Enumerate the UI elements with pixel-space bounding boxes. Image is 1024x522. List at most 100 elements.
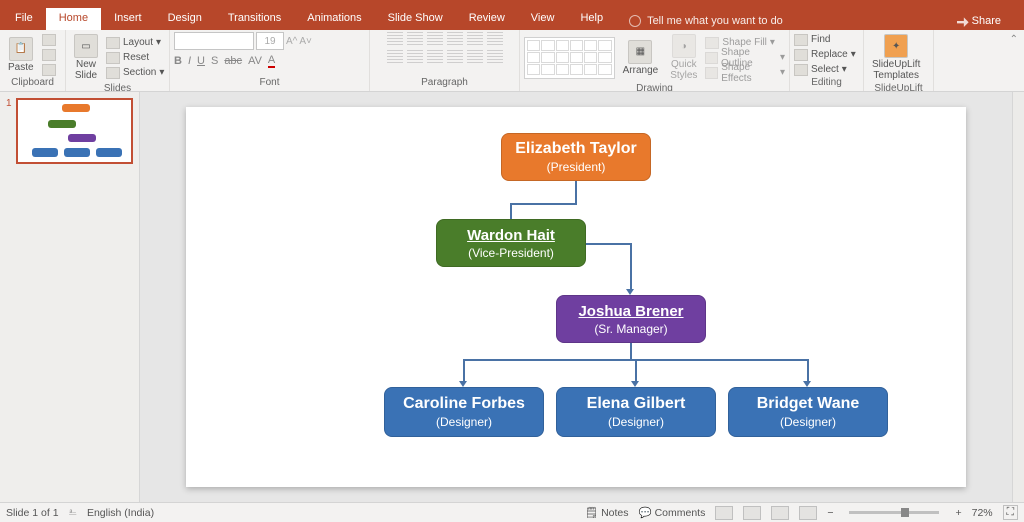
strike-button[interactable]: abc <box>224 55 242 67</box>
replace-button[interactable]: Replace▾ <box>794 48 856 62</box>
copy-icon[interactable] <box>42 49 56 61</box>
org-node-president[interactable]: Elizabeth Taylor (President) <box>501 133 651 181</box>
tab-view[interactable]: View <box>518 8 568 30</box>
spellcheck-icon[interactable]: ⎁ <box>69 506 77 519</box>
slide-canvas[interactable]: Elizabeth Taylor (President) Wardon Hait… <box>186 107 966 487</box>
section-button[interactable]: Section▾ <box>106 66 164 80</box>
fit-to-window-button[interactable]: ⛶ <box>1003 505 1018 520</box>
new-slide-label: New Slide <box>75 59 97 81</box>
smartart-button[interactable] <box>487 50 503 64</box>
tab-home[interactable]: Home <box>46 8 101 30</box>
org-node-designer-1[interactable]: Caroline Forbes (Designer) <box>384 387 544 437</box>
org-node-role: (Designer) <box>608 415 664 429</box>
language-status[interactable]: English (India) <box>87 507 154 519</box>
format-painter-icon[interactable] <box>42 64 56 76</box>
font-size-combo[interactable]: 19 <box>256 32 284 50</box>
shape-effects-icon <box>705 67 718 79</box>
reset-button[interactable]: Reset <box>106 51 164 65</box>
zoom-level[interactable]: 72% <box>972 507 993 519</box>
group-drawing: ▦Arrange ◑Quick Styles Shape Fill▾ Shape… <box>520 30 790 91</box>
align-center-button[interactable] <box>407 50 423 64</box>
org-node-role: (Sr. Manager) <box>594 322 667 336</box>
group-clipboard: 📋 Paste Clipboard <box>0 30 66 91</box>
align-left-button[interactable] <box>387 50 403 64</box>
slide-thumbnail-panel[interactable]: 1 <box>0 92 140 502</box>
shadow-button[interactable]: S <box>211 55 218 67</box>
replace-icon <box>794 49 808 61</box>
org-node-role: (President) <box>547 160 606 174</box>
tell-me-search[interactable]: Tell me what you want to do <box>616 8 796 30</box>
find-button[interactable]: Find <box>794 33 856 47</box>
tab-help[interactable]: Help <box>567 8 616 30</box>
tab-slideshow[interactable]: Slide Show <box>375 8 456 30</box>
notes-button[interactable]: 🗒Notes <box>585 506 629 519</box>
select-icon <box>794 64 808 76</box>
text-direction-button[interactable] <box>487 32 503 46</box>
vertical-scrollbar[interactable] <box>1012 92 1024 502</box>
comments-button[interactable]: 💬Comments <box>639 506 706 519</box>
zoom-out-button[interactable]: − <box>827 507 833 519</box>
shape-fill-icon <box>705 37 719 49</box>
underline-button[interactable]: U <box>197 55 205 67</box>
thumbnail-number: 1 <box>6 98 12 164</box>
columns-button[interactable] <box>467 50 483 64</box>
group-editing: Find Replace▾ Select▾ Editing <box>790 30 864 91</box>
org-node-sr-manager[interactable]: Joshua Brener (Sr. Manager) <box>556 295 706 343</box>
justify-button[interactable] <box>447 50 463 64</box>
tab-insert[interactable]: Insert <box>101 8 155 30</box>
slide-edit-area[interactable]: Elizabeth Taylor (President) Wardon Hait… <box>140 92 1012 502</box>
shape-effects-button[interactable]: Shape Effects▾ <box>705 66 785 80</box>
zoom-slider[interactable] <box>849 511 939 514</box>
org-node-vp[interactable]: Wardon Hait (Vice-President) <box>436 219 586 267</box>
new-slide-button[interactable]: ▭ New Slide <box>70 32 102 83</box>
tab-review[interactable]: Review <box>456 8 518 30</box>
quick-styles-button[interactable]: ◑Quick Styles <box>666 32 701 83</box>
bold-button[interactable]: B <box>174 55 182 67</box>
slideuplift-icon: ✦ <box>884 34 908 58</box>
org-node-designer-2[interactable]: Elena Gilbert (Designer) <box>556 387 716 437</box>
collapse-ribbon-button[interactable]: ⌃ <box>934 30 1024 91</box>
indent-inc-button[interactable] <box>447 32 463 46</box>
tab-design[interactable]: Design <box>155 8 215 30</box>
group-slideuplift: ✦ SlideUpLift Templates SlideUpLift <box>864 30 934 91</box>
bullets-button[interactable] <box>387 32 403 46</box>
tab-animations[interactable]: Animations <box>294 8 374 30</box>
org-node-name: Elizabeth Taylor <box>515 140 637 158</box>
slide-counter: Slide 1 of 1 <box>6 507 59 519</box>
cut-icon[interactable] <box>42 34 56 46</box>
shape-outline-icon <box>705 52 718 64</box>
paste-button[interactable]: 📋 Paste <box>4 35 38 75</box>
share-button[interactable]: Share <box>944 11 1014 27</box>
sorter-view-button[interactable] <box>743 506 761 520</box>
font-name-combo[interactable] <box>174 32 254 50</box>
slideuplift-templates-button[interactable]: ✦ SlideUpLift Templates <box>868 32 924 83</box>
org-node-role: (Designer) <box>436 415 492 429</box>
org-node-designer-3[interactable]: Bridget Wane (Designer) <box>728 387 888 437</box>
arrange-button[interactable]: ▦Arrange <box>619 38 663 78</box>
title-bar <box>0 0 1024 8</box>
layout-button[interactable]: Layout▾ <box>106 36 164 50</box>
zoom-in-button[interactable]: + <box>955 507 961 519</box>
select-button[interactable]: Select▾ <box>794 63 856 77</box>
tab-transitions[interactable]: Transitions <box>215 8 294 30</box>
section-icon <box>106 67 120 79</box>
char-spacing-button[interactable]: AV <box>248 55 262 67</box>
line-spacing-button[interactable] <box>467 32 483 46</box>
font-color-button[interactable]: A <box>268 54 275 68</box>
normal-view-button[interactable] <box>715 506 733 520</box>
tab-file[interactable]: File <box>2 8 46 30</box>
align-right-button[interactable] <box>427 50 443 64</box>
layout-icon <box>106 37 120 49</box>
share-label: Share <box>972 15 1001 27</box>
org-node-name: Caroline Forbes <box>403 395 525 413</box>
slideshow-view-button[interactable] <box>799 506 817 520</box>
slide-thumbnail-1[interactable] <box>16 98 133 164</box>
indent-dec-button[interactable] <box>427 32 443 46</box>
comments-icon: 💬 <box>639 506 652 519</box>
numbering-button[interactable] <box>407 32 423 46</box>
reading-view-button[interactable] <box>771 506 789 520</box>
shapes-gallery[interactable] <box>524 37 615 79</box>
org-node-name: Elena Gilbert <box>587 395 686 413</box>
italic-button[interactable]: I <box>188 55 191 67</box>
org-node-name: Bridget Wane <box>757 395 860 413</box>
